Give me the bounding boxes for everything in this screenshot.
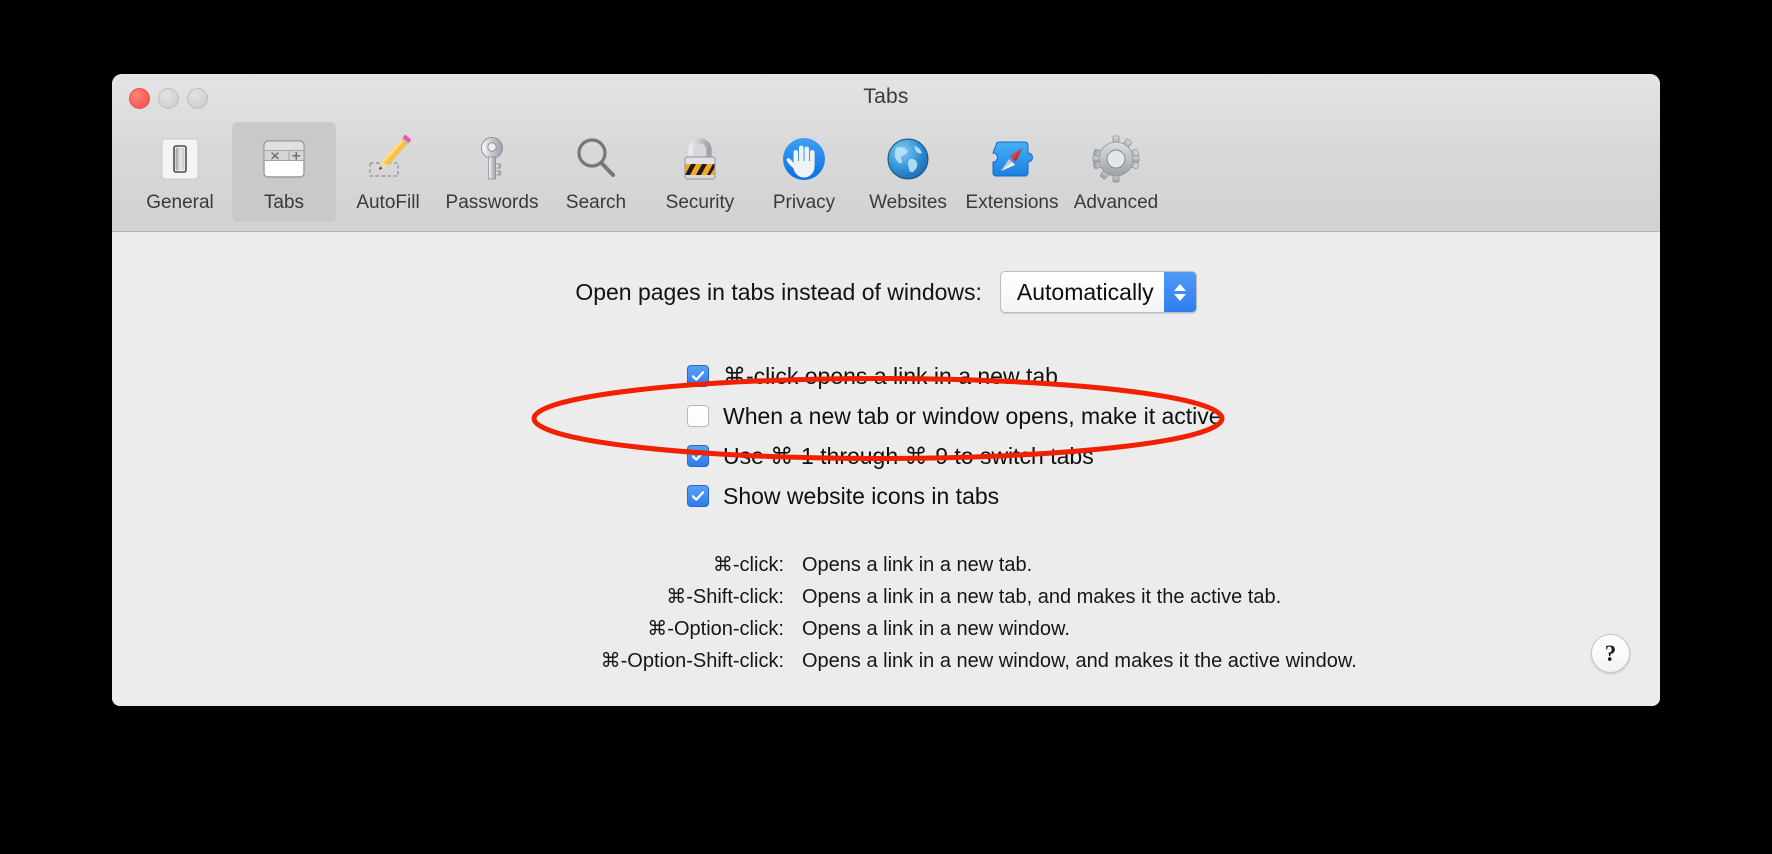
chevron-updown-icon xyxy=(1163,272,1196,312)
toolbar-label-privacy: Privacy xyxy=(772,192,836,213)
safari-preferences-window: Tabs General Tabs AutoFill Passwords Sea… xyxy=(112,74,1660,706)
toolbar-item-general[interactable]: General xyxy=(128,122,232,222)
preferences-toolbar: General Tabs AutoFill Passwords Search S… xyxy=(128,122,1168,222)
toolbar-item-privacy[interactable]: Privacy xyxy=(752,122,856,222)
window-title: Tabs xyxy=(863,85,909,108)
screen: Tabs General Tabs AutoFill Passwords Sea… xyxy=(0,0,1772,854)
shortcut-key: ⌘-click: xyxy=(712,554,784,576)
shortcut-key: ⌘-Option-click: xyxy=(647,618,784,640)
magnifier-icon xyxy=(566,129,626,189)
toolbar-item-autofill[interactable]: AutoFill xyxy=(336,122,440,222)
toolbar-item-security[interactable]: Security xyxy=(648,122,752,222)
checkbox-unchecked-icon[interactable] xyxy=(687,405,709,427)
checkbox-label-switch-tabs-shortcut: Use ⌘-1 through ⌘-9 to switch tabs xyxy=(723,442,1094,469)
checkbox-label-cmd-click-new-tab: ⌘-click opens a link in a new tab xyxy=(723,362,1058,389)
toolbar-item-extensions[interactable]: Extensions xyxy=(960,122,1064,222)
toolbar-label-search: Search xyxy=(565,192,627,213)
toolbar-item-tabs[interactable]: Tabs xyxy=(232,122,336,222)
toolbar-label-autofill: AutoFill xyxy=(356,192,420,213)
shortcut-description: Opens a link in a new window. xyxy=(802,618,1070,640)
checkbox-label-show-website-icons: Show website icons in tabs xyxy=(723,482,1000,509)
toolbar-item-websites[interactable]: Websites xyxy=(856,122,960,222)
shortcut-row: ⌘-Option-Shift-click: Opens a link in a … xyxy=(546,648,1357,680)
checkbox-row-show-website-icons[interactable]: Show website icons in tabs xyxy=(687,476,1222,516)
shortcut-description: Opens a link in a new window, and makes … xyxy=(802,650,1357,672)
light-switch-icon xyxy=(150,129,210,189)
open-pages-label: Open pages in tabs instead of windows: xyxy=(575,278,982,305)
shortcut-row: ⌘-Shift-click: Opens a link in a new tab… xyxy=(546,584,1357,616)
puzzle-compass-icon xyxy=(982,129,1042,189)
toolbar-label-passwords: Passwords xyxy=(445,192,539,213)
checkbox-checked-icon[interactable] xyxy=(687,485,709,507)
toolbar-label-security: Security xyxy=(665,192,735,213)
shortcut-description: Opens a link in a new tab, and makes it … xyxy=(802,586,1282,608)
toolbar-label-extensions: Extensions xyxy=(965,192,1059,213)
toolbar-label-websites: Websites xyxy=(869,192,947,213)
shortcut-key: ⌘-Option-Shift-click: xyxy=(600,650,784,672)
preferences-content: Open pages in tabs instead of windows: A… xyxy=(112,232,1660,706)
open-pages-value: Automatically xyxy=(1016,278,1154,305)
browser-tabs-icon xyxy=(254,129,314,189)
key-icon xyxy=(462,129,522,189)
tab-options-checkbox-list: ⌘-click opens a link in a new tab When a… xyxy=(687,356,1222,516)
shortcut-row: ⌘-click: Opens a link in a new tab. xyxy=(546,552,1357,584)
pencil-icon xyxy=(358,129,418,189)
shortcut-reference-table: ⌘-click: Opens a link in a new tab. ⌘-Sh… xyxy=(546,552,1357,680)
checkbox-label-make-new-tab-active: When a new tab or window opens, make it … xyxy=(723,402,1222,429)
toolbar-item-advanced[interactable]: Advanced xyxy=(1064,122,1168,222)
globe-icon xyxy=(878,129,938,189)
checkbox-row-switch-tabs-shortcut[interactable]: Use ⌘-1 through ⌘-9 to switch tabs xyxy=(687,436,1222,476)
toolbar-item-search[interactable]: Search xyxy=(544,122,648,222)
shortcut-description: Opens a link in a new tab. xyxy=(802,554,1033,576)
gear-icon xyxy=(1086,129,1146,189)
window-titlebar: Tabs General Tabs AutoFill Passwords Sea… xyxy=(112,74,1660,232)
padlock-icon xyxy=(670,129,730,189)
open-pages-setting-row: Open pages in tabs instead of windows: A… xyxy=(112,271,1660,313)
shortcut-row: ⌘-Option-click: Opens a link in a new wi… xyxy=(546,616,1357,648)
checkbox-checked-icon[interactable] xyxy=(687,365,709,387)
toolbar-label-general: General xyxy=(146,192,214,213)
help-button[interactable]: ? xyxy=(1591,634,1630,673)
checkbox-row-cmd-click-new-tab[interactable]: ⌘-click opens a link in a new tab xyxy=(687,356,1222,396)
toolbar-label-advanced: Advanced xyxy=(1073,192,1159,213)
toolbar-label-tabs: Tabs xyxy=(263,192,305,213)
checkbox-row-make-new-tab-active[interactable]: When a new tab or window opens, make it … xyxy=(687,396,1222,436)
checkbox-checked-icon[interactable] xyxy=(687,445,709,467)
hand-icon xyxy=(774,129,834,189)
open-pages-dropdown[interactable]: Automatically xyxy=(999,271,1197,313)
shortcut-key: ⌘-Shift-click: xyxy=(666,586,784,608)
toolbar-item-passwords[interactable]: Passwords xyxy=(440,122,544,222)
